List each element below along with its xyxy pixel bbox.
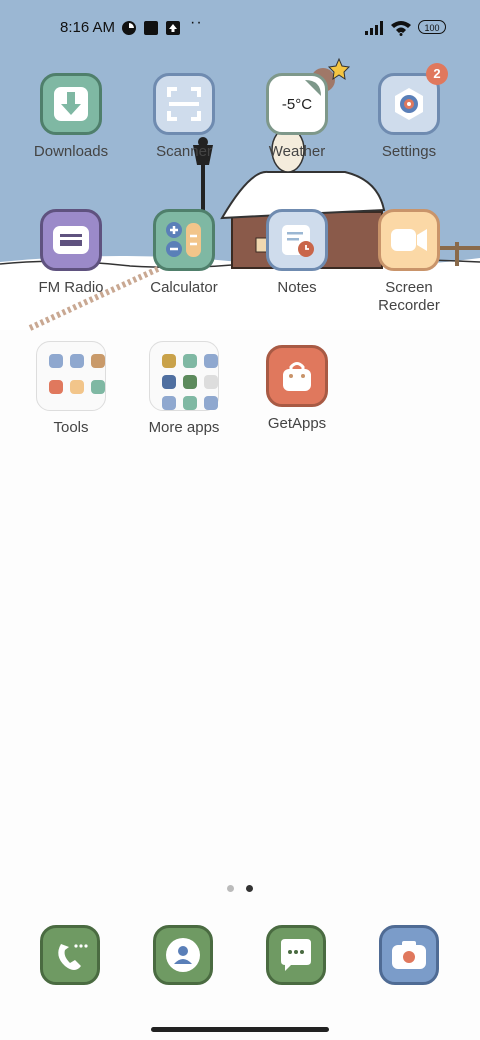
downloads-label: Downloads (33, 143, 109, 160)
camera-app[interactable] (353, 925, 465, 985)
folder-app-icon (183, 396, 197, 410)
folder-app-icon (204, 396, 218, 410)
tools-label: Tools (53, 419, 89, 436)
page-dot-1[interactable] (227, 885, 234, 892)
status-time: 8:16 AM (60, 19, 116, 36)
weather-app[interactable]: -5°C Weather (241, 73, 353, 161)
radio-icon (40, 209, 102, 271)
weather-temperature: -5°C (281, 95, 313, 113)
screen-recorder-label: Screen Recorder (353, 279, 465, 315)
tools-folder[interactable]: Tools (15, 341, 127, 437)
contacts-app[interactable] (127, 925, 239, 985)
folder-app-icon (162, 396, 176, 410)
fm-radio-label: FM Radio (38, 279, 104, 296)
weather-label: Weather (268, 143, 326, 160)
folder-app-icon (70, 354, 84, 368)
notes-label: Notes (277, 279, 317, 296)
scan-frame-icon (153, 73, 215, 135)
phone-app[interactable] (14, 925, 126, 985)
folder-app-icon (91, 354, 105, 368)
folder-app-icon (162, 354, 176, 368)
folder-app-icon (183, 375, 197, 389)
weather-temperature-icon: -5°C (266, 73, 328, 135)
screen-recorder-app[interactable]: Screen Recorder (353, 209, 465, 315)
screen-recorder-label-line1: Screen (385, 279, 433, 296)
notes-app[interactable]: Notes (241, 209, 353, 297)
screen-recorder-label-line2: Recorder (378, 297, 440, 314)
signal-strength-icon (364, 20, 386, 40)
getapps-app[interactable]: GetApps (241, 345, 353, 433)
upload-notification-icon (165, 20, 181, 40)
calculator-icon (153, 209, 215, 271)
folder-app-icon (49, 379, 63, 394)
messages-app[interactable] (240, 925, 352, 985)
battery-indicator: 100 (418, 20, 446, 34)
settings-notification-badge: 2 (426, 63, 448, 85)
more-notifications-indicator: ·· (190, 14, 203, 31)
folder-app-icon (204, 375, 218, 389)
phone-icon (40, 925, 100, 985)
calculator-app[interactable]: Calculator (128, 209, 240, 297)
contact-person-icon (153, 925, 213, 985)
notification-square-icon (143, 20, 159, 40)
folder-app-icon (183, 354, 197, 368)
home-gesture-bar[interactable] (151, 1027, 329, 1032)
folder-app-icon (49, 354, 63, 368)
scanner-app[interactable]: Scanner (128, 73, 240, 161)
getapps-label: GetApps (267, 415, 327, 432)
more-apps-label: More apps (148, 419, 220, 436)
settings-label: Settings (381, 143, 437, 160)
page-indicator (0, 879, 480, 897)
data-saver-icon (121, 20, 137, 40)
settings-app[interactable]: 2 Settings (353, 63, 465, 161)
fm-radio-app[interactable]: FM Radio (15, 209, 127, 297)
more-apps-folder-preview (149, 341, 219, 411)
tools-folder-preview (36, 341, 106, 411)
folder-app-icon (204, 354, 218, 368)
folder-app-icon (91, 379, 105, 394)
page-dot-2-active[interactable] (246, 885, 253, 892)
calculator-label: Calculator (150, 279, 218, 296)
status-bar: 8:16 AM ·· 100 (0, 0, 480, 56)
folder-app-icon (70, 379, 84, 394)
download-arrow-icon (40, 73, 102, 135)
video-camera-icon (378, 209, 440, 271)
note-clock-icon (266, 209, 328, 271)
more-apps-folder[interactable]: More apps (128, 341, 240, 437)
scanner-label: Scanner (156, 143, 212, 160)
shopping-bag-icon (266, 345, 328, 407)
message-bubble-icon (266, 925, 326, 985)
wifi-icon (390, 20, 412, 40)
camera-icon (379, 925, 439, 985)
downloads-app[interactable]: Downloads (15, 73, 127, 161)
folder-app-icon (162, 375, 176, 389)
